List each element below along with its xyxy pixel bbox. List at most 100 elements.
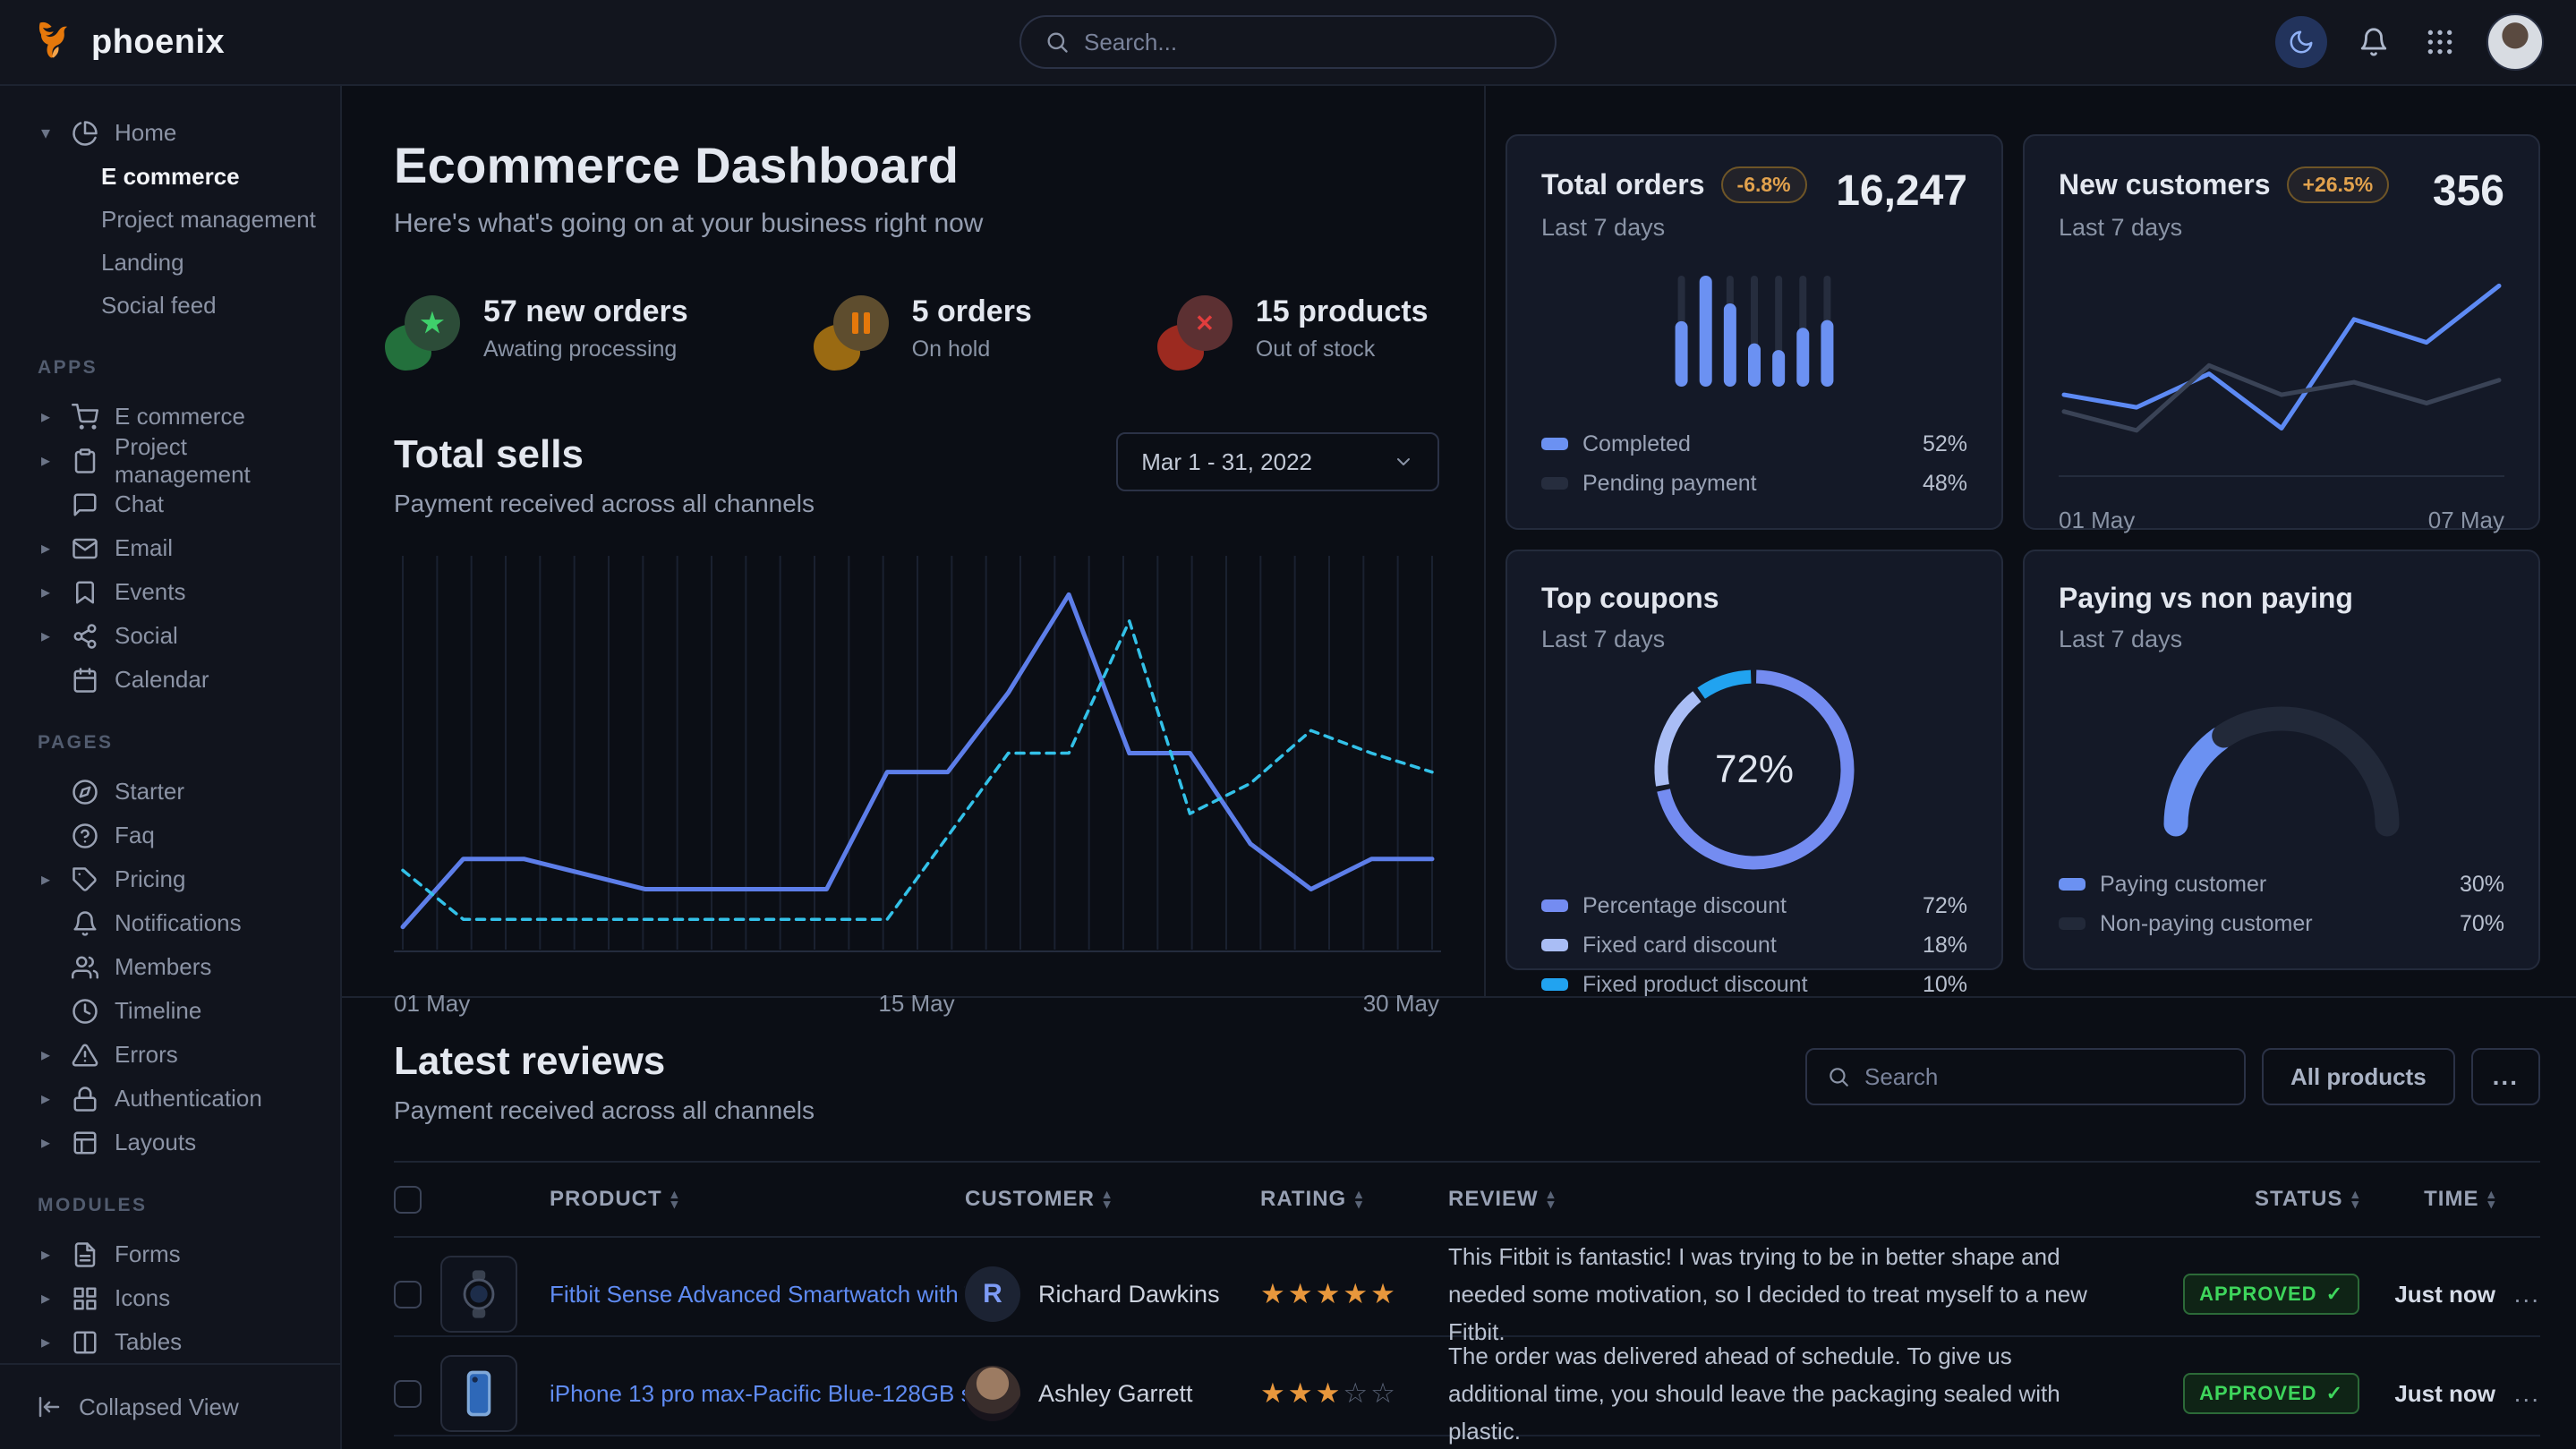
customer-cell[interactable]: R Richard Dawkins: [965, 1266, 1260, 1322]
column-header-product[interactable]: PRODUCT▴▾: [550, 1187, 965, 1212]
customer-avatar: [965, 1366, 1020, 1421]
column-header-time[interactable]: TIME▴▾: [2359, 1187, 2495, 1212]
row-menu-button[interactable]: ...: [2514, 1379, 2540, 1408]
row-checkbox[interactable]: [394, 1281, 422, 1308]
apps-grid-button[interactable]: [2420, 22, 2460, 62]
stat-new-orders: ★ 57 new orders Awating processing: [394, 294, 688, 362]
reviews-search-input[interactable]: [1864, 1063, 2224, 1091]
brand-logo[interactable]: phoenix: [32, 17, 225, 68]
table-row: Fitbit Sense Advanced Smartwatch with To…: [394, 1238, 2540, 1337]
card-title: Top coupons: [1541, 582, 1719, 615]
sort-icon: ▴▾: [1548, 1189, 1556, 1209]
column-header-rating[interactable]: RATING▴▾: [1260, 1187, 1448, 1212]
page-subtitle: Here's what's going on at your business …: [394, 209, 1439, 239]
global-search-input[interactable]: [1084, 29, 1531, 56]
caret-down-icon: ▾: [36, 122, 55, 144]
user-avatar[interactable]: [2486, 13, 2544, 71]
sidebar-item-members[interactable]: Members: [36, 945, 319, 989]
date-range-select[interactable]: Mar 1 - 31, 2022: [1116, 432, 1439, 491]
sidebar-item-project-management-app[interactable]: ▸ Project management: [36, 439, 319, 482]
check-icon: ✓: [2326, 1283, 2343, 1306]
dark-mode-toggle[interactable]: [2275, 16, 2327, 68]
donut-center-label: 72%: [1638, 653, 1871, 886]
notifications-button[interactable]: [2354, 22, 2393, 62]
sidebar-item-ecommerce-home[interactable]: E commerce: [36, 155, 319, 198]
sidebar-item-home[interactable]: ▾ Home: [36, 111, 319, 155]
customer-avatar: R: [965, 1266, 1020, 1322]
sidebar-item-calendar[interactable]: Calendar: [36, 658, 319, 702]
paying-gauge-chart: [2059, 653, 2504, 865]
sidebar-item-social-feed[interactable]: Social feed: [36, 284, 319, 327]
sidebar-item-layouts[interactable]: ▸ Layouts: [36, 1121, 319, 1164]
stat-out-of-stock: ✕ 15 products Out of stock: [1166, 294, 1429, 362]
sidebar-item-landing[interactable]: Landing: [36, 241, 319, 284]
sidebar-item-authentication[interactable]: ▸ Authentication: [36, 1077, 319, 1121]
all-products-button[interactable]: All products: [2262, 1048, 2455, 1105]
collapsed-view-toggle[interactable]: Collapsed View: [0, 1363, 340, 1449]
row-checkbox[interactable]: [394, 1380, 422, 1408]
latest-reviews-section: Latest reviews Payment received across a…: [342, 998, 2576, 1449]
sidebar-item-starter[interactable]: Starter: [36, 770, 319, 814]
x-icon: ✕: [1177, 295, 1233, 351]
card-title: New customers: [2059, 168, 2271, 201]
customer-cell[interactable]: Ashley Garrett: [965, 1366, 1260, 1421]
share-icon: [72, 623, 98, 650]
sidebar-item-email[interactable]: ▸ Email: [36, 526, 319, 570]
top-coupons-card: Top coupons Last 7 days 72%: [1506, 550, 2003, 970]
change-badge: +26.5%: [2287, 166, 2390, 203]
product-thumbnail[interactable]: [440, 1355, 517, 1432]
reviews-search[interactable]: [1805, 1048, 2246, 1105]
sidebar-item-timeline[interactable]: Timeline: [36, 989, 319, 1033]
sidebar-item-social[interactable]: ▸ Social: [36, 614, 319, 658]
legend-item: Paying customer 30%: [2059, 865, 2504, 904]
global-search[interactable]: [1019, 15, 1557, 69]
sidebar-item-notifications[interactable]: Notifications: [36, 901, 319, 945]
search-icon: [1827, 1065, 1850, 1088]
product-link[interactable]: iPhone 13 pro max-Pacific Blue-128GB sto…: [550, 1380, 965, 1408]
iphone-image: [453, 1368, 505, 1419]
bell-icon: [2358, 27, 2389, 57]
reviews-table: PRODUCT▴▾ CUSTOMER▴▾ RATING▴▾ REVIEW▴▾ S…: [394, 1161, 2540, 1449]
column-header-review[interactable]: REVIEW▴▾: [1448, 1187, 2146, 1212]
total-sells-title: Total sells: [394, 432, 815, 477]
dashboard-cards: Total orders -6.8% Last 7 days 16,247: [1486, 86, 2576, 996]
select-all-checkbox[interactable]: [394, 1186, 422, 1214]
more-options-button[interactable]: ...: [2471, 1048, 2540, 1105]
sidebar-item-chat[interactable]: Chat: [36, 482, 319, 526]
sort-icon: ▴▾: [1355, 1189, 1363, 1209]
row-menu-button[interactable]: ...: [2514, 1280, 2540, 1308]
grid-icon: [72, 1285, 98, 1312]
sidebar-item-tables[interactable]: ▸ Tables: [36, 1320, 319, 1363]
sidebar-item-errors[interactable]: ▸ Errors: [36, 1033, 319, 1077]
sidebar-item-icons[interactable]: ▸ Icons: [36, 1276, 319, 1320]
sidebar-item-pricing[interactable]: ▸ Pricing: [36, 857, 319, 901]
sidebar-item-events[interactable]: ▸ Events: [36, 570, 319, 614]
phoenix-flame-icon: [32, 17, 79, 68]
caret-right-icon: ▸: [36, 537, 55, 559]
total-orders-card: Total orders -6.8% Last 7 days 16,247: [1506, 134, 2003, 530]
chevron-down-icon: [1393, 451, 1414, 473]
star-icon: ★: [405, 295, 460, 351]
time-cell: Just now: [2394, 1380, 2495, 1408]
sort-icon: ▴▾: [671, 1189, 679, 1209]
product-link[interactable]: Fitbit Sense Advanced Smartwatch with To…: [550, 1281, 965, 1308]
column-header-status[interactable]: STATUS▴▾: [2146, 1187, 2359, 1212]
column-header-customer[interactable]: CUSTOMER▴▾: [965, 1187, 1260, 1212]
table-icon: [72, 1329, 98, 1356]
product-thumbnail[interactable]: [440, 1256, 517, 1333]
sidebar-item-project-management-home[interactable]: Project management: [36, 198, 319, 241]
x-axis-label: 01 May: [2059, 507, 2135, 534]
x-axis-label: 07 May: [2428, 507, 2504, 534]
sidebar-item-faq[interactable]: Faq: [36, 814, 319, 857]
caret-right-icon: ▸: [36, 868, 55, 891]
caret-right-icon: ▸: [36, 449, 55, 472]
check-icon: ✓: [2326, 1382, 2343, 1405]
caret-right-icon: ▸: [36, 1044, 55, 1066]
sidebar-item-forms[interactable]: ▸ Forms: [36, 1232, 319, 1276]
new-customers-value: 356: [2433, 166, 2504, 216]
caret-right-icon: ▸: [36, 1331, 55, 1353]
lock-icon: [72, 1086, 98, 1112]
time-cell: Just now: [2394, 1281, 2495, 1308]
clipboard-icon: [72, 447, 98, 474]
rating-stars: ★★★☆☆: [1260, 1377, 1448, 1410]
